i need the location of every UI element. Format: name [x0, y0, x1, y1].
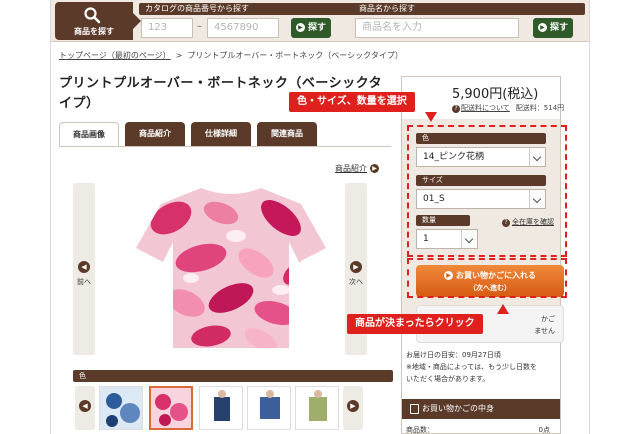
page-frame: 商品を探す カタログの商品番号から探す 123 – 4567890 ▶ 探す 商品…	[50, 0, 590, 434]
shipping-link[interactable]: 配送料について	[461, 104, 510, 112]
question-icon: ?	[452, 105, 460, 113]
arrow-right-icon: ▶	[350, 261, 362, 273]
color-thumbnail[interactable]	[99, 386, 143, 430]
color-thumbnail[interactable]	[199, 386, 243, 430]
color-thumbnail-selected[interactable]	[149, 386, 193, 430]
select-options-callout: 色・サイズ、数量を選択	[289, 92, 437, 122]
product-tabs: 商品画像 商品紹介 仕様詳細 関連商品	[59, 122, 399, 146]
name-search-button[interactable]: ▶ 探す	[533, 18, 573, 38]
shipping-info: ? 配送料について 配送料：514円	[452, 103, 564, 113]
options-highlight-box	[407, 125, 567, 257]
arrow-right-icon: ▶	[370, 164, 379, 173]
shopping-bag-icon	[410, 404, 419, 414]
thumbnail-image	[248, 387, 290, 429]
catalog-search-label: カタログの商品番号から探す	[139, 3, 359, 15]
arrow-right-icon: ▶	[537, 23, 547, 32]
tab-divider	[59, 146, 391, 147]
catalog-number-input-2[interactable]: 4567890	[207, 18, 279, 38]
name-search-label: 商品名から探す	[353, 3, 585, 15]
arrow-right-icon: ▶	[295, 23, 305, 32]
product-price: 5,900円(税込)	[452, 87, 539, 102]
product-image	[136, 188, 326, 348]
tab-product-description[interactable]: 商品紹介	[125, 122, 185, 146]
tab-specifications[interactable]: 仕様詳細	[191, 122, 251, 146]
arrow-right-icon: ▶	[347, 400, 359, 412]
delivery-estimate: お届け日の目安：09月27日頃 ※地域・商品によっては、もう少し日数を いただく…	[406, 351, 537, 383]
color-thumbnail[interactable]	[295, 386, 339, 430]
color-thumbnail[interactable]	[247, 386, 291, 430]
image-prev-button[interactable]: ◀ 前へ	[73, 183, 95, 355]
search-tab[interactable]: 商品を探す	[55, 2, 141, 40]
thumbnail-image	[296, 387, 338, 429]
cart-contents-header: お買い物かごの中身	[402, 399, 560, 419]
search-icon	[84, 7, 101, 24]
input-dash: –	[197, 21, 202, 32]
cart-item-count: 商品数： 0点	[406, 426, 550, 434]
breadcrumb-current: プリントプルオーバー・ボートネック（ベーシックタイプ）	[187, 51, 403, 60]
breadcrumb-home-link[interactable]: トップページ（最初のページ）	[59, 51, 171, 60]
thumbnail-image	[151, 388, 191, 428]
thumb-next-button[interactable]: ▶	[343, 386, 363, 430]
click-cart-callout: 商品が決まったらクリック	[347, 304, 509, 334]
arrow-left-icon: ◀	[79, 400, 91, 412]
catalog-search-button[interactable]: ▶ 探す	[291, 18, 331, 38]
search-tab-label: 商品を探す	[74, 27, 114, 36]
arrow-left-icon: ◀	[78, 261, 90, 273]
product-description-link[interactable]: 商品紹介 ▶	[335, 163, 379, 174]
breadcrumb: トップページ（最初のページ） > プリントプルオーバー・ボートネック（ベーシックタイ…	[59, 50, 403, 61]
cart-button-highlight-box	[407, 258, 567, 298]
breadcrumb-separator: >	[175, 51, 183, 60]
thumb-prev-button[interactable]: ◀	[75, 386, 95, 430]
site-header: 商品を探す カタログの商品番号から探す 123 – 4567890 ▶ 探す 商品…	[51, 0, 589, 42]
catalog-number-input-1[interactable]: 123	[141, 18, 193, 38]
thumbnail-image	[100, 387, 142, 429]
tab-related-products[interactable]: 関連商品	[257, 122, 317, 146]
tab-product-images[interactable]: 商品画像	[59, 122, 119, 146]
product-name-input[interactable]: 商品名を入力	[355, 18, 519, 38]
color-bar: 色	[73, 370, 393, 382]
thumbnail-image	[200, 387, 242, 429]
